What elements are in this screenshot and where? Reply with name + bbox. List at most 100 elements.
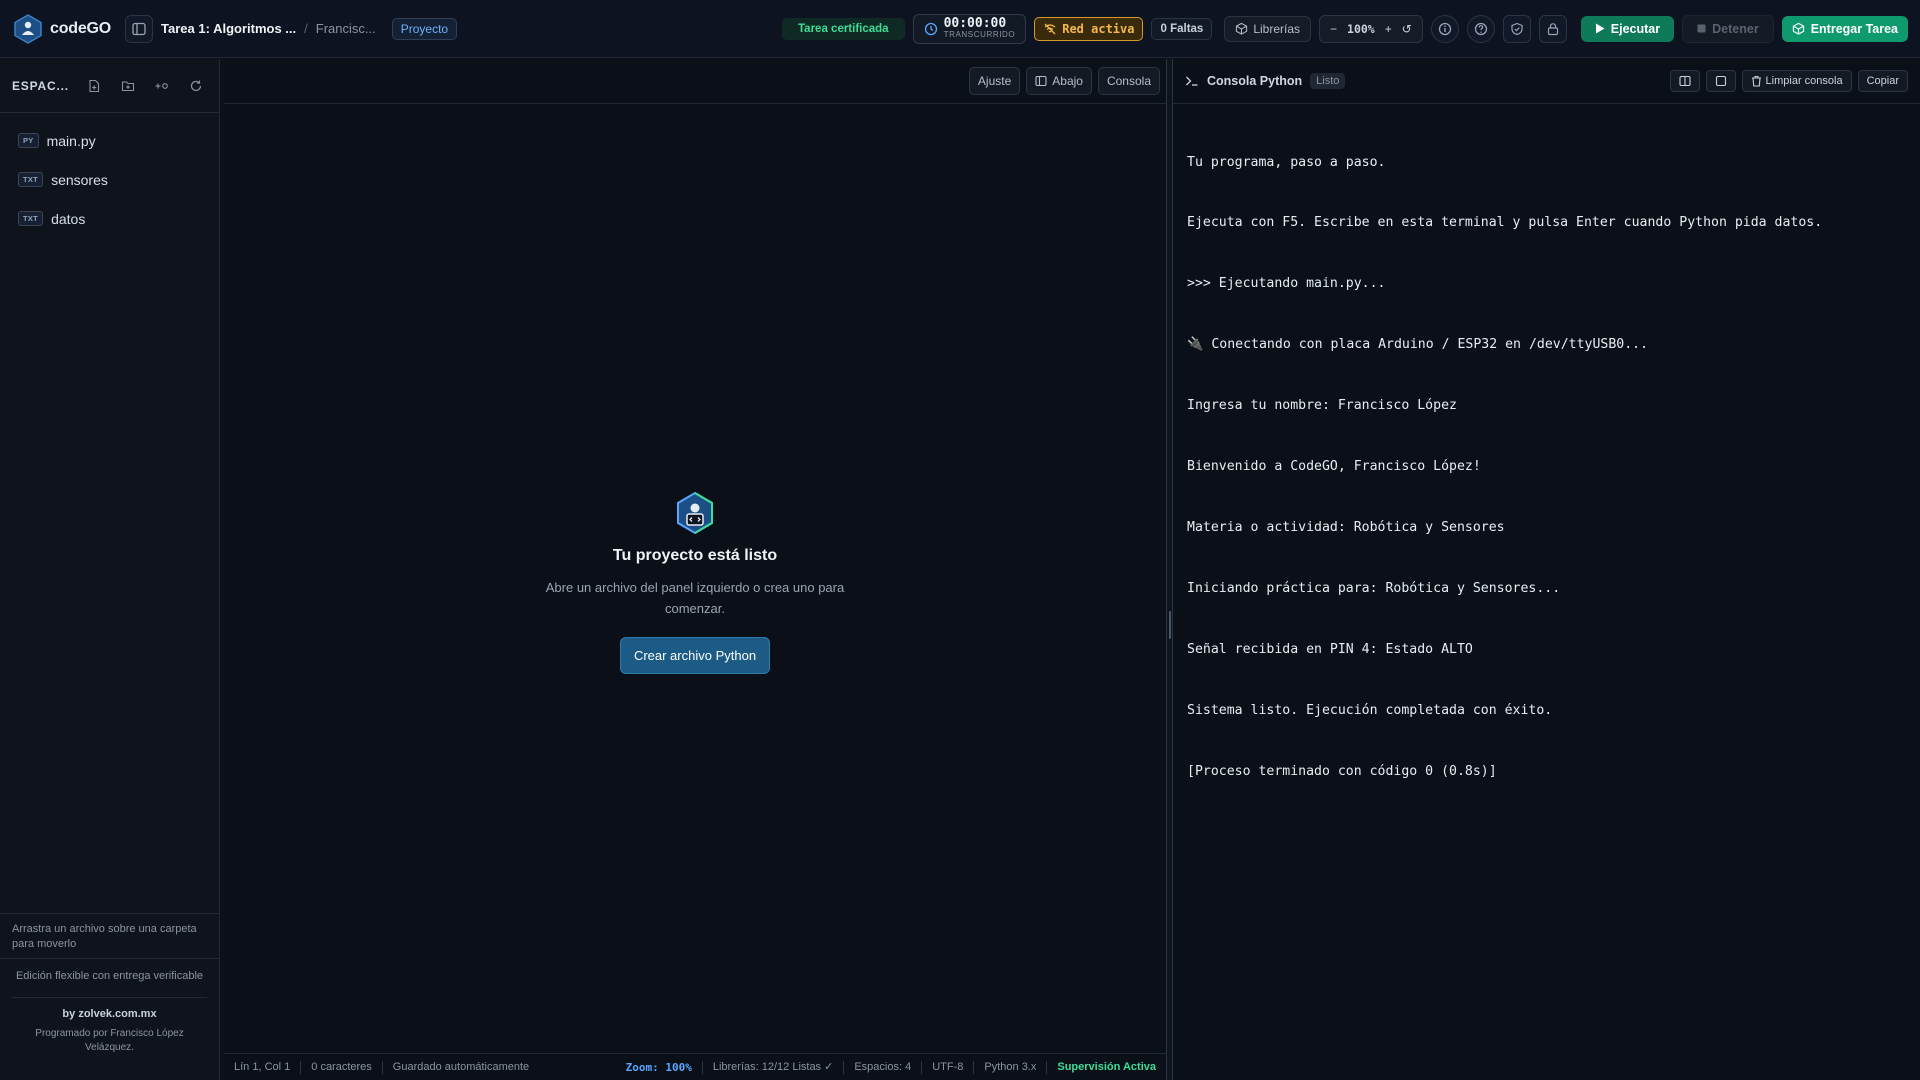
zoom-in-button[interactable]: + [1385, 22, 1392, 36]
run-button[interactable]: Ejecutar [1580, 15, 1675, 42]
new-file-button[interactable] [83, 75, 105, 97]
terminal-icon [1186, 76, 1198, 86]
python-console: Consola Python Listo Limpiar consola Cop… [1173, 59, 1920, 1080]
status-bar: Lín 1, Col 1 0 caracteres Guardado autom… [224, 1053, 1166, 1080]
file-item[interactable]: TXT datos [0, 199, 219, 238]
file-list: PY main.py TXT sensores TXT datos [0, 113, 219, 238]
layout-below-label: Abajo [1052, 74, 1083, 88]
status-python-version: Python 3.x [974, 1060, 1048, 1074]
console-line: Ingresa tu nombre: Francisco López [1187, 398, 1457, 414]
file-item[interactable]: PY main.py [0, 121, 219, 160]
breadcrumb-user: Francisc... [315, 21, 376, 36]
clear-console-button[interactable]: Limpiar consola [1741, 70, 1852, 92]
empty-state-title: Tu proyecto está listo [612, 547, 778, 564]
package-icon [1236, 22, 1248, 35]
cursor-position: Lín 1, Col 1 [234, 1060, 302, 1074]
submit-task-label: Entregar Tarea [1810, 21, 1898, 36]
file-type-tag: PY [18, 133, 39, 148]
console-line: Iniciando práctica para: Robótica y Sens… [1187, 580, 1561, 596]
add-item-button[interactable] [151, 75, 173, 97]
file-name: datos [51, 210, 86, 227]
file-name: sensores [51, 171, 108, 188]
copy-console-button[interactable]: Copiar [1857, 70, 1908, 92]
layout-below-button[interactable]: Abajo [1026, 67, 1092, 95]
info-button[interactable] [1430, 14, 1459, 43]
app-logo[interactable]: codeGO [12, 13, 111, 45]
file-name: main.py [46, 132, 96, 149]
lock-button[interactable] [1538, 14, 1567, 43]
top-bar: codeGO Tarea 1: Algoritmos ... / Francis… [0, 0, 1920, 58]
clear-console-label: Limpiar consola [1765, 75, 1843, 87]
resizer-grip[interactable] [1169, 611, 1171, 639]
split-view-button[interactable] [1669, 70, 1700, 92]
square-icon [1715, 75, 1726, 87]
credits-text: Programado por Francisco López Velázquez… [35, 1028, 184, 1053]
maximize-button[interactable] [1705, 70, 1736, 92]
lock-icon [1547, 22, 1558, 35]
console-title: Consola Python [1207, 74, 1303, 88]
task-title: Tarea 1: Algoritmos ... [161, 21, 297, 36]
libraries-button[interactable]: Librerías [1224, 15, 1311, 42]
footer-note: Edición flexible con entrega verificable [15, 970, 204, 982]
stop-button[interactable]: Detener [1682, 14, 1774, 43]
credits-link[interactable]: by zolvek.com.mx [12, 1006, 207, 1023]
status-zoom: Zoom: 100% [616, 1060, 703, 1074]
info-icon [1438, 22, 1451, 35]
console-line: Sistema listo. Ejecución completada con … [1187, 702, 1553, 718]
zoom-control: − 100% + ↺ [1319, 14, 1423, 43]
console-line: Bienvenido a CodeGO, Francisco López! [1187, 459, 1481, 475]
console-line: 🔌 Conectando con placa Arduino / ESP32 e… [1187, 337, 1649, 353]
char-count: 0 caracteres [301, 1060, 383, 1074]
new-folder-icon [121, 80, 135, 91]
console-output[interactable]: Tu programa, paso a paso. Ejecuta con F5… [1173, 104, 1920, 830]
explorer-title: ESPAC... [12, 78, 69, 93]
mode-badge[interactable]: Proyecto [391, 17, 458, 40]
status-encoding: UTF-8 [922, 1060, 975, 1074]
play-icon [1595, 23, 1605, 34]
status-supervision: Supervisión Activa [1057, 1060, 1156, 1073]
file-type-tag: TXT [18, 211, 44, 226]
project-logo-icon [671, 489, 719, 537]
faltas-counter: 0 Faltas [1151, 17, 1213, 40]
empty-state: Tu proyecto está listo Abre un archivo d… [224, 489, 1166, 674]
help-button[interactable] [1466, 14, 1495, 43]
status-libraries: Librerías: 12/12 Listas ✓ [703, 1060, 845, 1074]
plus-circle-icon [155, 82, 168, 89]
app-name: codeGO [50, 19, 112, 37]
console-toggle-button[interactable]: Consola [1097, 67, 1160, 95]
breadcrumb-separator: / [304, 21, 308, 36]
zoom-value: 100% [1347, 21, 1375, 36]
zoom-reset-button[interactable]: ↺ [1402, 22, 1412, 36]
submit-task-button[interactable]: Entregar Tarea [1781, 15, 1908, 42]
file-explorer: ESPAC... PY main.py TXT sensores TXT dat… [0, 59, 220, 1080]
drag-hint: Arrastra un archivo sobre una carpeta pa… [0, 913, 219, 959]
zoom-out-button[interactable]: − [1330, 22, 1337, 36]
new-file-icon [89, 79, 100, 92]
new-folder-button[interactable] [117, 75, 139, 97]
trash-icon [1751, 75, 1761, 87]
refresh-icon [190, 80, 202, 91]
certified-badge: Tarea certificada [782, 17, 905, 40]
clock-icon [924, 22, 937, 35]
timer-value: 00:00:00 [943, 15, 1007, 31]
file-item[interactable]: TXT sensores [0, 160, 219, 199]
wrap-button[interactable]: Ajuste [968, 67, 1021, 95]
refresh-button[interactable] [185, 75, 207, 97]
footer-divider [12, 997, 207, 998]
explorer-header: ESPAC... [0, 59, 219, 113]
empty-state-subtitle: Abre un archivo del panel izquierdo o cr… [545, 580, 845, 616]
panel-resizer[interactable] [1166, 59, 1173, 1080]
toggle-sidebar-button[interactable] [125, 14, 154, 43]
shield-button[interactable] [1502, 14, 1531, 43]
console-line: [Proceso terminado con código 0 (0.8s)] [1187, 763, 1497, 779]
wifi-off-icon [1044, 23, 1056, 34]
create-python-file-button[interactable]: Crear archivo Python [619, 637, 771, 674]
codego-logo-icon [12, 13, 44, 45]
elapsed-timer: 00:00:00 TRANSCURRIDO [912, 13, 1027, 44]
console-line: Señal recibida en PIN 4: Estado ALTO [1187, 641, 1473, 657]
stop-icon [1697, 24, 1706, 33]
network-status-badge[interactable]: Red activa [1034, 16, 1144, 41]
status-spaces: Espacios: 4 [844, 1060, 923, 1074]
package-check-icon [1792, 22, 1804, 35]
help-icon [1474, 22, 1487, 35]
